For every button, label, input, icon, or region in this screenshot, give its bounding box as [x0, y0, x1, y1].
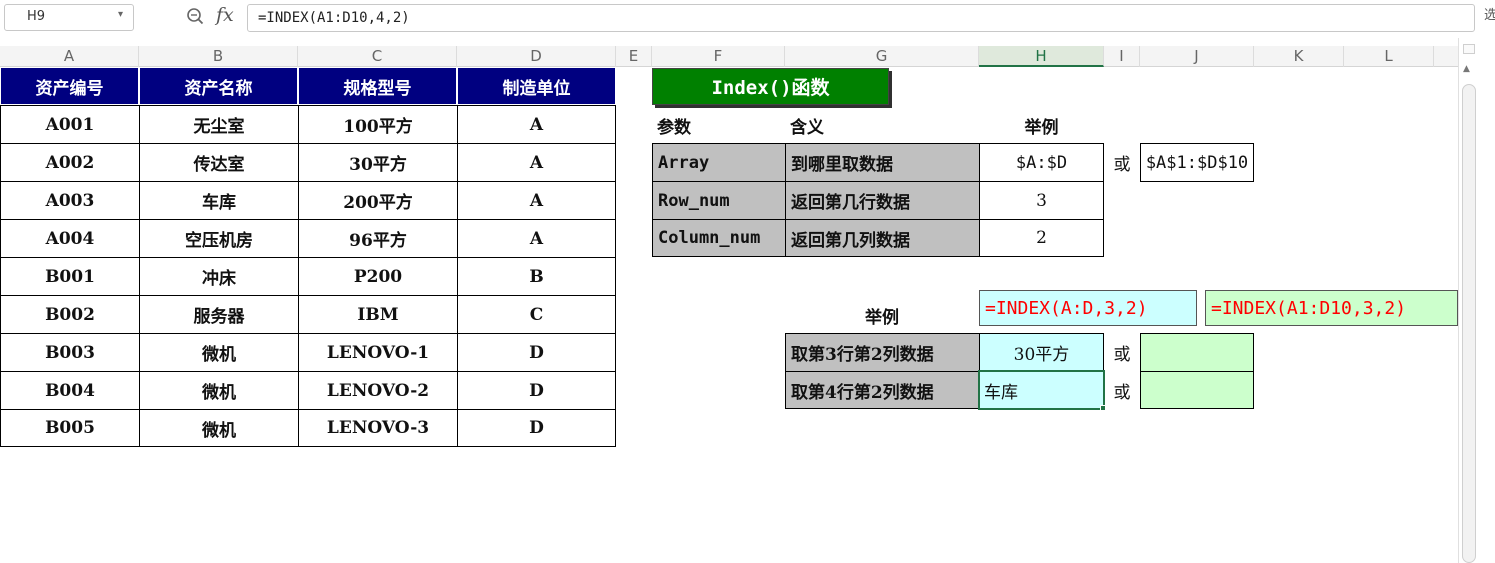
table-cell[interactable]: D: [457, 333, 616, 372]
table-cell[interactable]: 冲床: [139, 257, 299, 296]
table-cell[interactable]: B005: [0, 409, 140, 447]
example-desc-2[interactable]: 取第4行第2列数据: [785, 371, 980, 409]
column-header-f[interactable]: F: [652, 46, 785, 67]
param-name-array[interactable]: Array: [652, 143, 786, 182]
table-cell[interactable]: A001: [0, 105, 140, 144]
zoom-formula-icon[interactable]: [186, 7, 204, 25]
example-alt-result-2[interactable]: [1140, 371, 1254, 409]
table-cell[interactable]: A: [457, 219, 616, 258]
scrollbar-thumb[interactable]: [1462, 84, 1476, 563]
fx-icon[interactable]: fx: [216, 4, 234, 26]
param-name-column-num[interactable]: Column_num: [652, 219, 786, 257]
column-header-g[interactable]: G: [785, 46, 979, 67]
table-cell[interactable]: 空压机房: [139, 219, 299, 258]
header-spec-model[interactable]: 规格型号: [298, 67, 457, 105]
scrollbar-top-box: [1463, 44, 1475, 54]
param-example-column-num[interactable]: 2: [979, 219, 1104, 257]
table-cell[interactable]: C: [457, 295, 616, 334]
table-cell[interactable]: A003: [0, 181, 140, 220]
column-header-l[interactable]: L: [1344, 46, 1434, 67]
example-alt-result-1[interactable]: [1140, 333, 1254, 372]
formula-input[interactable]: =INDEX(A1:D10,4,2): [247, 4, 1475, 32]
param-example-row-num[interactable]: 3: [979, 181, 1104, 220]
example-result-1[interactable]: 30平方: [979, 333, 1104, 372]
column-header-k[interactable]: K: [1254, 46, 1344, 67]
param-meaning-array[interactable]: 到哪里取数据: [785, 143, 980, 182]
header-manufacturer[interactable]: 制造单位: [457, 67, 616, 105]
table-cell[interactable]: 无尘室: [139, 105, 299, 144]
or-label: 或: [1113, 345, 1131, 365]
table-cell[interactable]: A: [457, 105, 616, 144]
column-header-c[interactable]: C: [298, 46, 457, 67]
scroll-up-icon[interactable]: ▲: [1463, 64, 1470, 74]
table-cell[interactable]: LENOVO-3: [298, 409, 458, 447]
chevron-down-icon[interactable]: ▾: [118, 9, 123, 20]
param-meaning-column-num[interactable]: 返回第几列数据: [785, 219, 980, 257]
or-label: 或: [1113, 155, 1131, 175]
table-cell[interactable]: P200: [298, 257, 458, 296]
column-header-e[interactable]: E: [616, 46, 652, 67]
column-header-h[interactable]: H: [979, 46, 1104, 67]
column-header-i[interactable]: I: [1104, 46, 1140, 67]
header-asset-id[interactable]: 资产编号: [0, 67, 139, 105]
column-header-j[interactable]: J: [1140, 46, 1254, 67]
table-cell[interactable]: 微机: [139, 333, 299, 372]
example-header[interactable]: 举例: [979, 107, 1104, 143]
table-cell[interactable]: 96平方: [298, 219, 458, 258]
table-cell[interactable]: B003: [0, 333, 140, 372]
table-cell[interactable]: 微机: [139, 409, 299, 447]
column-header-d[interactable]: D: [457, 46, 616, 67]
table-cell[interactable]: 200平方: [298, 181, 458, 220]
meaning-header[interactable]: 含义: [785, 107, 979, 143]
table-cell[interactable]: IBM: [298, 295, 458, 334]
table-cell[interactable]: LENOVO-1: [298, 333, 458, 372]
column-header-b[interactable]: B: [139, 46, 298, 67]
table-cell[interactable]: 30平方: [298, 143, 458, 182]
or-label: 或: [1113, 382, 1131, 403]
name-box[interactable]: H9: [4, 4, 134, 31]
table-cell[interactable]: 车库: [139, 181, 299, 220]
example-label[interactable]: 举例: [785, 296, 979, 334]
table-cell[interactable]: A: [457, 143, 616, 182]
table-cell[interactable]: 服务器: [139, 295, 299, 334]
table-cell[interactable]: B004: [0, 371, 140, 410]
header-asset-name[interactable]: 资产名称: [139, 67, 298, 105]
param-example-array-alt[interactable]: $A$1:$D$10: [1140, 143, 1254, 182]
table-cell[interactable]: A: [457, 181, 616, 220]
table-cell[interactable]: D: [457, 371, 616, 410]
edge-glyph: 选: [1484, 8, 1495, 23]
table-cell[interactable]: 微机: [139, 371, 299, 410]
table-cell[interactable]: B001: [0, 257, 140, 296]
table-cell[interactable]: D: [457, 409, 616, 447]
table-cell[interactable]: LENOVO-2: [298, 371, 458, 410]
selected-cell-h9[interactable]: 车库: [978, 370, 1105, 410]
table-cell[interactable]: A002: [0, 143, 140, 182]
formula-cell-2[interactable]: =INDEX(A1:D10,3,2): [1205, 290, 1458, 326]
asset-table: 资产编号 资产名称 规格型号 制造单位 A001 无尘室 100平方 A A00…: [0, 67, 616, 447]
param-name-row-num[interactable]: Row_num: [652, 181, 786, 220]
table-cell[interactable]: B: [457, 257, 616, 296]
column-header-a[interactable]: A: [0, 46, 139, 67]
table-cell[interactable]: 传达室: [139, 143, 299, 182]
formula-cell-1[interactable]: =INDEX(A:D,3,2): [979, 290, 1197, 326]
table-cell[interactable]: B002: [0, 295, 140, 334]
index-title-banner[interactable]: Index()函数: [652, 68, 889, 105]
table-cell[interactable]: 100平方: [298, 105, 458, 144]
param-header[interactable]: 参数: [652, 107, 785, 143]
param-meaning-row-num[interactable]: 返回第几行数据: [785, 181, 980, 220]
table-cell[interactable]: A004: [0, 219, 140, 258]
param-example-array[interactable]: $A:$D: [979, 143, 1104, 182]
example-desc-1[interactable]: 取第3行第2列数据: [785, 333, 980, 372]
